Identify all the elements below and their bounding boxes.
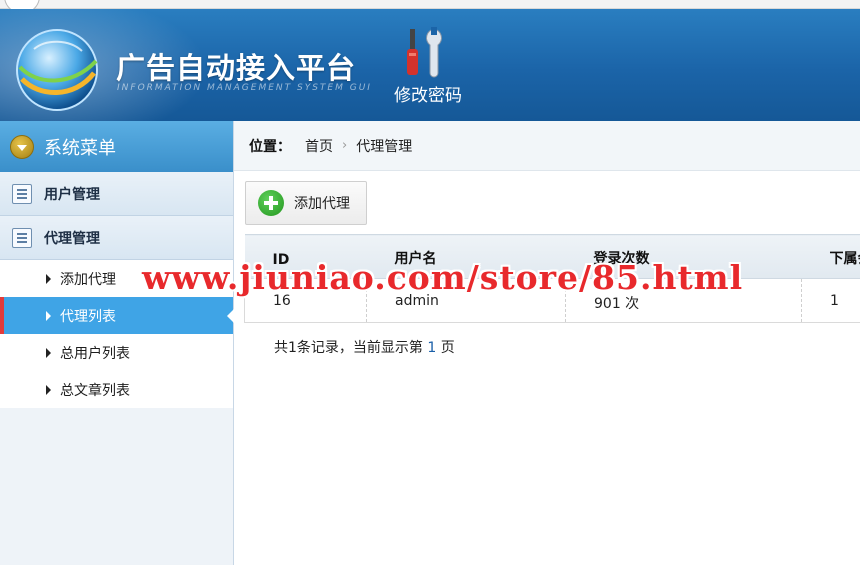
change-password-link[interactable]: 修改密码 — [394, 81, 462, 106]
breadcrumb-prefix: 位置： — [249, 138, 291, 155]
current-page-number[interactable]: 1 — [427, 340, 436, 356]
sidebar: 系统菜单 用户管理 代理管理 添加代理 代理列表 总用户列表 总文章列表 — [0, 121, 234, 565]
menu-group-label: 用户管理 — [44, 186, 100, 203]
table-cell-subordinates: 1 — [801, 278, 860, 323]
list-icon — [12, 183, 32, 204]
tools-icon[interactable] — [400, 25, 454, 79]
add-agent-label: 添加代理 — [294, 196, 350, 212]
caret-right-icon — [46, 347, 51, 358]
menu-group-user-management[interactable]: 用户管理 — [0, 172, 233, 216]
watermark: www.jiuniao.com/store/85.html — [142, 258, 744, 297]
sidebar-item-all-users[interactable]: 总用户列表 — [0, 334, 233, 371]
pagination-info: 共1条记录，当前显示第 1 页 — [274, 337, 455, 357]
caret-right-icon — [46, 310, 51, 321]
main-content: 位置： 首页 › 代理管理 添加代理 ID 用户名 登录次数 下属会 16 — [234, 121, 860, 565]
caret-right-icon — [46, 384, 51, 395]
globe-logo-icon — [16, 29, 98, 111]
sidebar-item-all-articles[interactable]: 总文章列表 — [0, 371, 233, 408]
menu-toggle-icon[interactable] — [10, 134, 34, 159]
add-agent-button[interactable]: 添加代理 — [245, 181, 367, 225]
breadcrumb: 位置： 首页 › 代理管理 — [234, 121, 860, 171]
caret-right-icon — [46, 273, 51, 284]
site-title: 广告自动接入平台 — [116, 51, 357, 85]
column-header-subordinates: 下属会 — [801, 234, 860, 279]
sidebar-header: 系统菜单 — [0, 121, 233, 172]
menu-group-label: 代理管理 — [44, 230, 100, 247]
sidebar-item-label: 添加代理 — [60, 271, 116, 288]
header: 广告自动接入平台 INFORMATION MANAGEMENT SYSTEM G… — [0, 9, 860, 121]
sidebar-item-label: 总文章列表 — [60, 382, 130, 399]
list-icon — [12, 227, 32, 248]
plus-circle-icon — [258, 190, 284, 216]
site-subtitle: INFORMATION MANAGEMENT SYSTEM GUI — [117, 83, 372, 93]
pagination-prefix: 共1条记录，当前显示第 — [274, 340, 428, 356]
pagination-suffix: 页 — [436, 340, 455, 356]
sidebar-item-agent-list[interactable]: 代理列表 — [0, 297, 234, 334]
sidebar-item-label: 总用户列表 — [60, 345, 130, 362]
breadcrumb-current[interactable]: 代理管理 — [356, 136, 412, 156]
browser-strip — [0, 0, 860, 14]
sidebar-title: 系统菜单 — [44, 137, 116, 159]
sidebar-item-label: 代理列表 — [60, 308, 116, 325]
chevron-right-icon: › — [342, 138, 348, 153]
breadcrumb-home-link[interactable]: 首页 — [305, 136, 333, 156]
menu-group-agent-management[interactable]: 代理管理 — [0, 216, 233, 260]
